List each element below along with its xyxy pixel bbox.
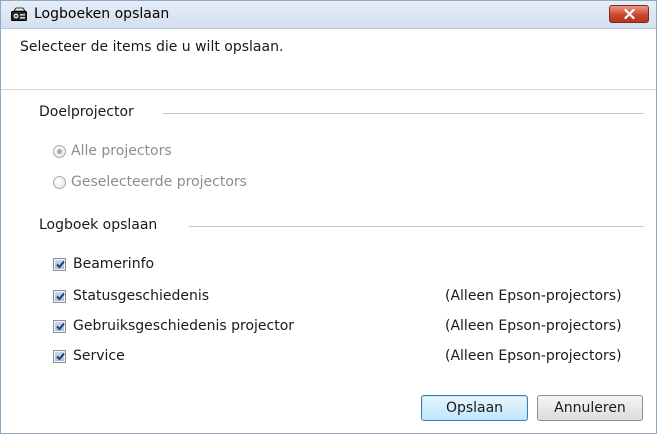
save-log-group-label: Logboek opslaan <box>39 217 158 233</box>
checkbox-row-gebruiksgeschiedenis[interactable]: Gebruiksgeschiedenis projector (Alleen E… <box>53 318 645 336</box>
window-title: Logboeken opslaan <box>34 6 170 22</box>
save-log-group-divider <box>189 226 644 227</box>
checkmark-icon <box>56 352 65 361</box>
checkbox-checked[interactable] <box>53 258 66 271</box>
dialog-window: Logboeken opslaan Selecteer de items die… <box>0 0 657 434</box>
checkmark-icon <box>56 260 65 269</box>
checkbox-label: Service <box>73 348 125 364</box>
radio-all-projectors[interactable]: Alle projectors <box>53 143 273 161</box>
close-icon <box>624 9 635 19</box>
checkbox-checked[interactable] <box>53 320 66 333</box>
title-bar[interactable]: Logboeken opslaan <box>1 1 656 29</box>
instruction-text: Selecteer de items die u wilt opslaan. <box>20 39 284 55</box>
checkbox-row-statusgeschiedenis[interactable]: Statusgeschiedenis (Alleen Epson-project… <box>53 288 645 306</box>
target-group-divider <box>163 113 644 114</box>
epson-only-note: (Alleen Epson-projectors) <box>445 288 622 304</box>
checkbox-row-beamerinfo[interactable]: Beamerinfo <box>53 256 253 274</box>
save-button[interactable]: Opslaan <box>421 395 528 421</box>
radio-label: Alle projectors <box>71 143 172 159</box>
radio-label: Geselecteerde projectors <box>71 174 247 190</box>
epson-only-note: (Alleen Epson-projectors) <box>445 348 622 364</box>
radio-button-selected[interactable] <box>53 145 66 158</box>
checkbox-checked[interactable] <box>53 290 66 303</box>
target-projector-group-label: Doelprojector <box>39 104 134 120</box>
radio-button[interactable] <box>53 176 66 189</box>
checkmark-icon <box>56 322 65 331</box>
radio-selected-projectors[interactable]: Geselecteerde projectors <box>53 174 313 192</box>
checkbox-label: Statusgeschiedenis <box>73 288 210 304</box>
epson-only-note: (Alleen Epson-projectors) <box>445 318 622 334</box>
checkbox-label: Gebruiksgeschiedenis projector <box>73 318 295 334</box>
cancel-button[interactable]: Annuleren <box>537 395 643 421</box>
checkbox-checked[interactable] <box>53 350 66 363</box>
checkbox-label: Beamerinfo <box>73 256 155 272</box>
checkbox-row-service[interactable]: Service (Alleen Epson-projectors) <box>53 348 645 366</box>
checkmark-icon <box>56 292 65 301</box>
projector-app-icon <box>11 7 27 21</box>
close-button[interactable] <box>609 5 649 23</box>
header-divider <box>1 89 656 90</box>
